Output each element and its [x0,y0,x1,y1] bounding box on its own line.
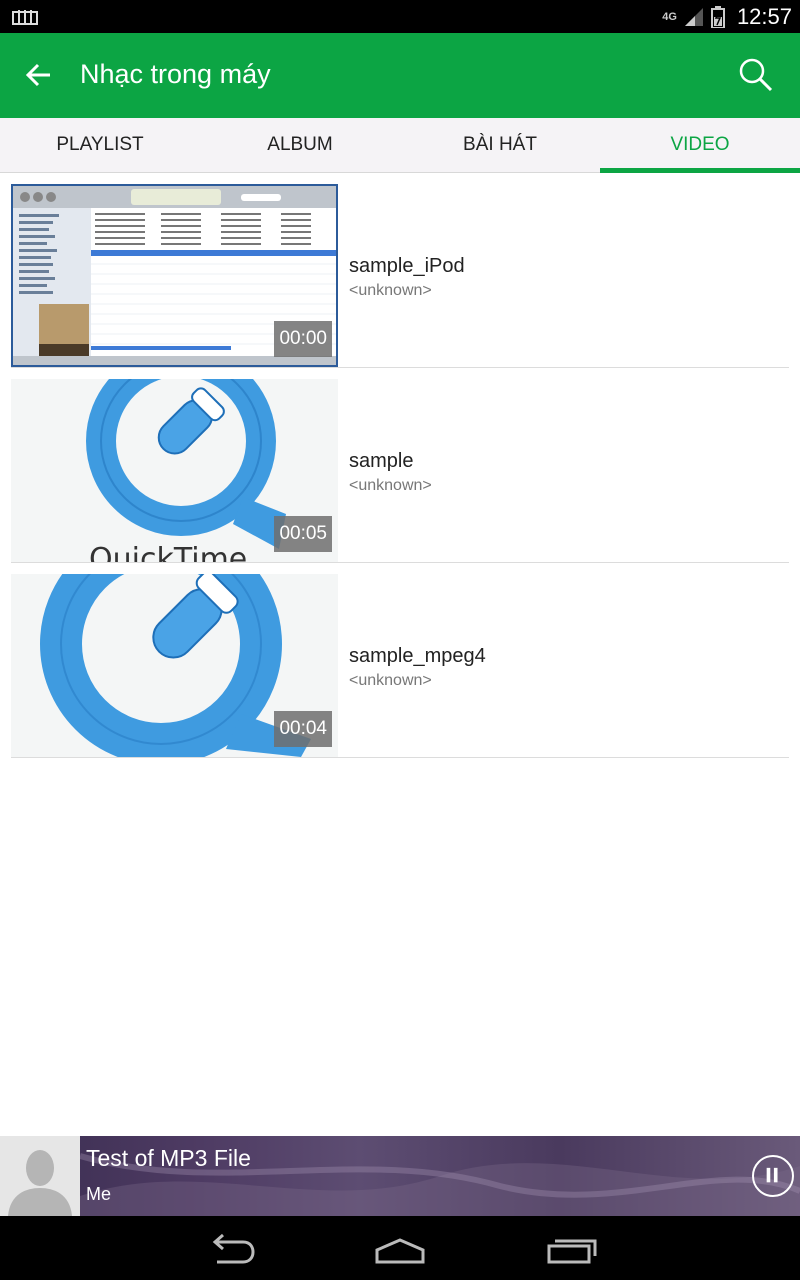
video-thumbnail: 00:04 [11,574,338,757]
battery-icon [710,5,725,28]
recents-icon[interactable] [545,1232,599,1266]
video-artist: <unknown> [349,672,432,689]
video-duration: 00:00 [274,321,332,357]
system-nav-bar [0,1216,800,1280]
divider [11,757,789,758]
tab-album[interactable]: ALBUM [200,118,400,172]
page-title: Nhạc trong máy [80,59,271,89]
video-duration: 00:05 [274,516,332,552]
list-item[interactable]: 00:04 sample_mpeg4 <unknown> [0,563,800,758]
video-thumbnail: 00:00 [11,184,338,367]
video-title: sample [349,450,414,472]
video-duration: 00:04 [274,711,332,747]
list-item[interactable]: QuickTime 00:05 sample <unknown> [0,368,800,563]
notification-icon [12,10,38,25]
network-type: 4G [662,10,677,23]
tab-playlist[interactable]: PLAYLIST [0,118,200,172]
tab-label: PLAYLIST [56,134,144,155]
tab-bar: PLAYLIST ALBUM BÀI HÁT VIDEO [0,118,800,173]
tab-video[interactable]: VIDEO [600,118,800,173]
list-item[interactable]: 00:00 sample_iPod <unknown> [0,173,800,368]
tab-label: ALBUM [267,134,333,155]
search-icon[interactable] [738,57,774,93]
tab-label: VIDEO [670,134,730,155]
video-title: sample_mpeg4 [349,645,486,667]
signal-icon [684,7,703,26]
status-bar: 4G 12:57 [0,0,800,33]
video-artist: <unknown> [349,477,432,494]
svg-text:QuickTime: QuickTime [89,542,247,562]
person-silhouette-icon [0,1136,80,1216]
pause-icon[interactable] [752,1155,794,1197]
back-icon[interactable] [203,1232,257,1266]
now-playing-title: Test of MP3 File [86,1145,251,1171]
arrow-left-icon[interactable] [22,58,56,92]
now-playing-artist: Me [86,1184,112,1204]
tab-songs[interactable]: BÀI HÁT [400,118,600,172]
home-icon[interactable] [373,1232,427,1266]
tab-label: BÀI HÁT [463,134,537,155]
video-artist: <unknown> [349,282,432,299]
mini-player[interactable]: Test of MP3 File Me [0,1136,800,1216]
clock: 12:57 [736,3,792,29]
video-list: 00:00 sample_iPod <unknown> QuickTime 00… [0,173,800,758]
video-thumbnail: QuickTime 00:05 [11,379,338,562]
video-title: sample_iPod [349,255,465,277]
app-bar: Nhạc trong máy [0,33,800,118]
